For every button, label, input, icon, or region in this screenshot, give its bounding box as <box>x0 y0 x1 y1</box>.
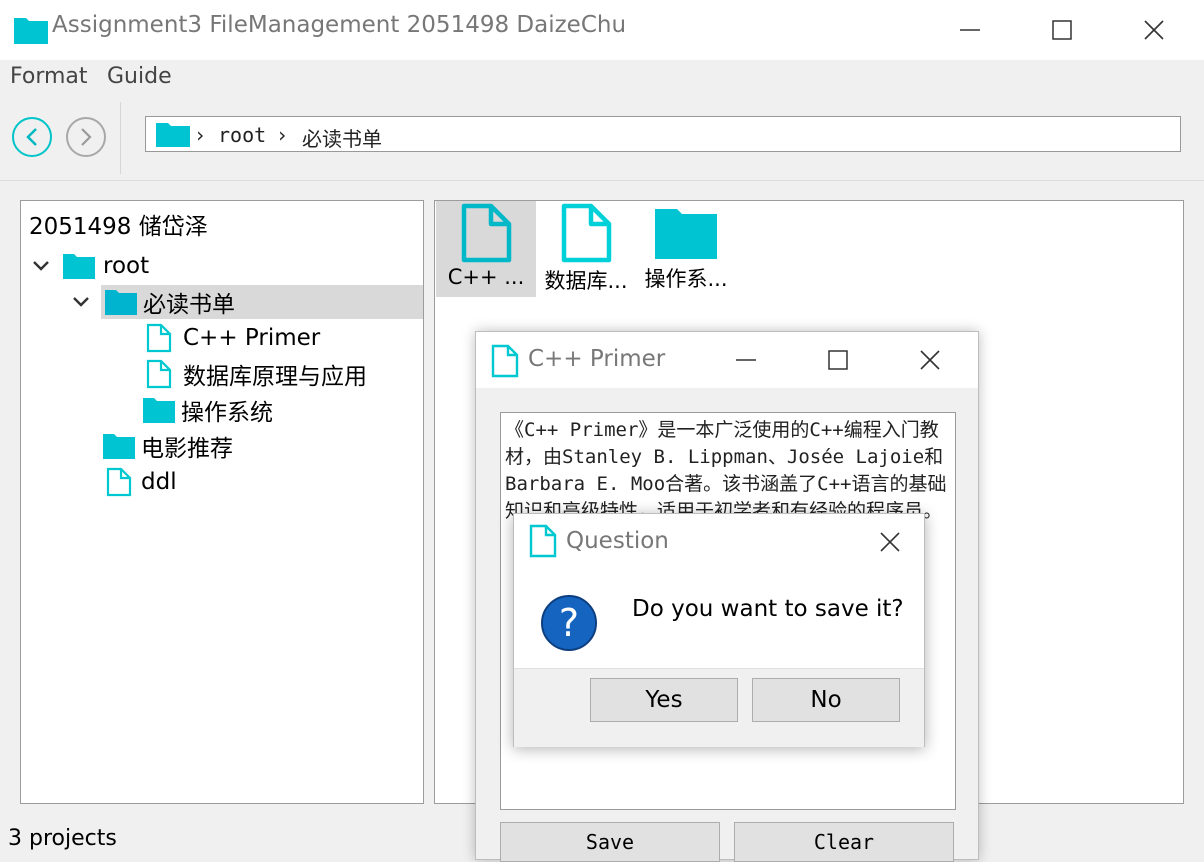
folder-icon <box>14 18 48 44</box>
tree-item-label: ddl <box>141 469 177 495</box>
editor-title: C++ Primer <box>528 346 666 372</box>
file-tile-database[interactable]: 数据库... <box>536 201 636 297</box>
toolbar-separator <box>120 102 121 174</box>
path-bar[interactable]: › root › 必读书单 <box>145 116 1181 152</box>
toolbar-divider <box>0 180 1204 181</box>
file-icon <box>561 203 612 263</box>
status-bar: 3 projects <box>8 826 117 851</box>
minimize-button[interactable] <box>930 8 1010 52</box>
tree-item-os[interactable]: 操作系统 <box>143 393 273 427</box>
file-icon <box>146 359 172 389</box>
maximize-icon <box>1052 20 1072 40</box>
folder-tree[interactable]: 2051498 储岱泽 root 必读书单 C++ Primer 数据库原理与应… <box>20 200 424 804</box>
folder-icon <box>156 123 190 147</box>
file-tile-cpp-primer[interactable]: C++ ... <box>436 201 536 297</box>
tree-item-ddl[interactable]: ddl <box>105 465 177 499</box>
tree-item-cpp-primer[interactable]: C++ Primer <box>145 321 320 355</box>
yes-button[interactable]: Yes <box>590 678 738 722</box>
window-title: Assignment3 FileManagement 2051498 Daize… <box>52 12 627 38</box>
no-button[interactable]: No <box>752 678 900 722</box>
question-message: Do you want to save it? <box>632 596 904 622</box>
menu-format[interactable]: Format <box>10 64 88 89</box>
path-separator: › <box>276 123 289 147</box>
path-separator: › <box>194 123 207 147</box>
chevron-down-icon[interactable] <box>71 295 91 309</box>
folder-icon <box>143 398 175 423</box>
editor-minimize-button[interactable] <box>706 338 786 382</box>
file-tile-label: 数据库... <box>544 269 628 293</box>
editor-close-button[interactable] <box>890 338 970 382</box>
file-icon <box>106 467 132 497</box>
folder-icon <box>655 209 717 259</box>
file-tile-label: C++ ... <box>447 265 525 289</box>
question-mark-icon: ? <box>541 595 597 651</box>
folder-icon <box>103 434 135 459</box>
path-segment-root[interactable]: root <box>218 123 266 147</box>
file-tile-label: 操作系... <box>644 267 728 291</box>
chevron-right-icon <box>81 128 92 146</box>
close-button[interactable] <box>1114 8 1194 52</box>
file-tile-os[interactable]: 操作系... <box>636 201 736 297</box>
folder-icon <box>63 254 95 279</box>
close-icon <box>1144 20 1164 40</box>
tree-item-reading-list[interactable]: 必读书单 <box>73 285 423 319</box>
path-segment-current[interactable]: 必读书单 <box>302 123 382 152</box>
tree-item-label: 必读书单 <box>143 292 235 318</box>
close-icon <box>920 350 940 370</box>
editor-title-bar: C++ Primer <box>476 332 978 388</box>
maximize-icon <box>828 350 848 370</box>
tree-item-label: C++ Primer <box>183 325 321 351</box>
menu-bar <box>0 60 1204 96</box>
menu-guide[interactable]: Guide <box>107 64 172 89</box>
question-title: Question <box>566 528 669 554</box>
minimize-icon <box>960 29 980 31</box>
question-dialog: Question ? Do you want to save it? Yes N… <box>513 513 925 747</box>
chevron-left-icon <box>26 128 37 146</box>
tree-item-label: root <box>103 253 150 279</box>
minimize-icon <box>736 359 756 361</box>
tree-item-movies[interactable]: 电影推荐 <box>103 429 233 463</box>
file-icon <box>491 344 519 378</box>
svg-text:?: ? <box>559 601 579 645</box>
close-icon <box>880 532 900 552</box>
file-icon <box>461 203 512 263</box>
editor-content: 《C++ Primer》是一本广泛使用的C++编程入门教材，由Stanley B… <box>505 419 947 522</box>
tree-item-label: 数据库原理与应用 <box>183 364 367 390</box>
title-bar: Assignment3 FileManagement 2051498 Daize… <box>0 0 1204 60</box>
question-close-button[interactable] <box>870 526 910 558</box>
tree-item-label: 操作系统 <box>181 400 273 426</box>
file-icon <box>529 524 557 558</box>
editor-maximize-button[interactable] <box>798 338 878 382</box>
back-button[interactable] <box>12 117 52 157</box>
folder-icon <box>105 290 137 315</box>
file-icon <box>146 323 172 353</box>
tree-item-root[interactable]: root <box>31 249 149 283</box>
forward-button[interactable] <box>66 117 106 157</box>
maximize-button[interactable] <box>1022 8 1102 52</box>
tree-item-database[interactable]: 数据库原理与应用 <box>145 357 367 391</box>
tree-header: 2051498 储岱泽 <box>29 214 208 240</box>
tree-item-label: 电影推荐 <box>141 436 233 462</box>
save-button[interactable]: Save <box>500 822 720 862</box>
chevron-down-icon[interactable] <box>31 259 51 273</box>
clear-button[interactable]: Clear <box>734 822 954 862</box>
